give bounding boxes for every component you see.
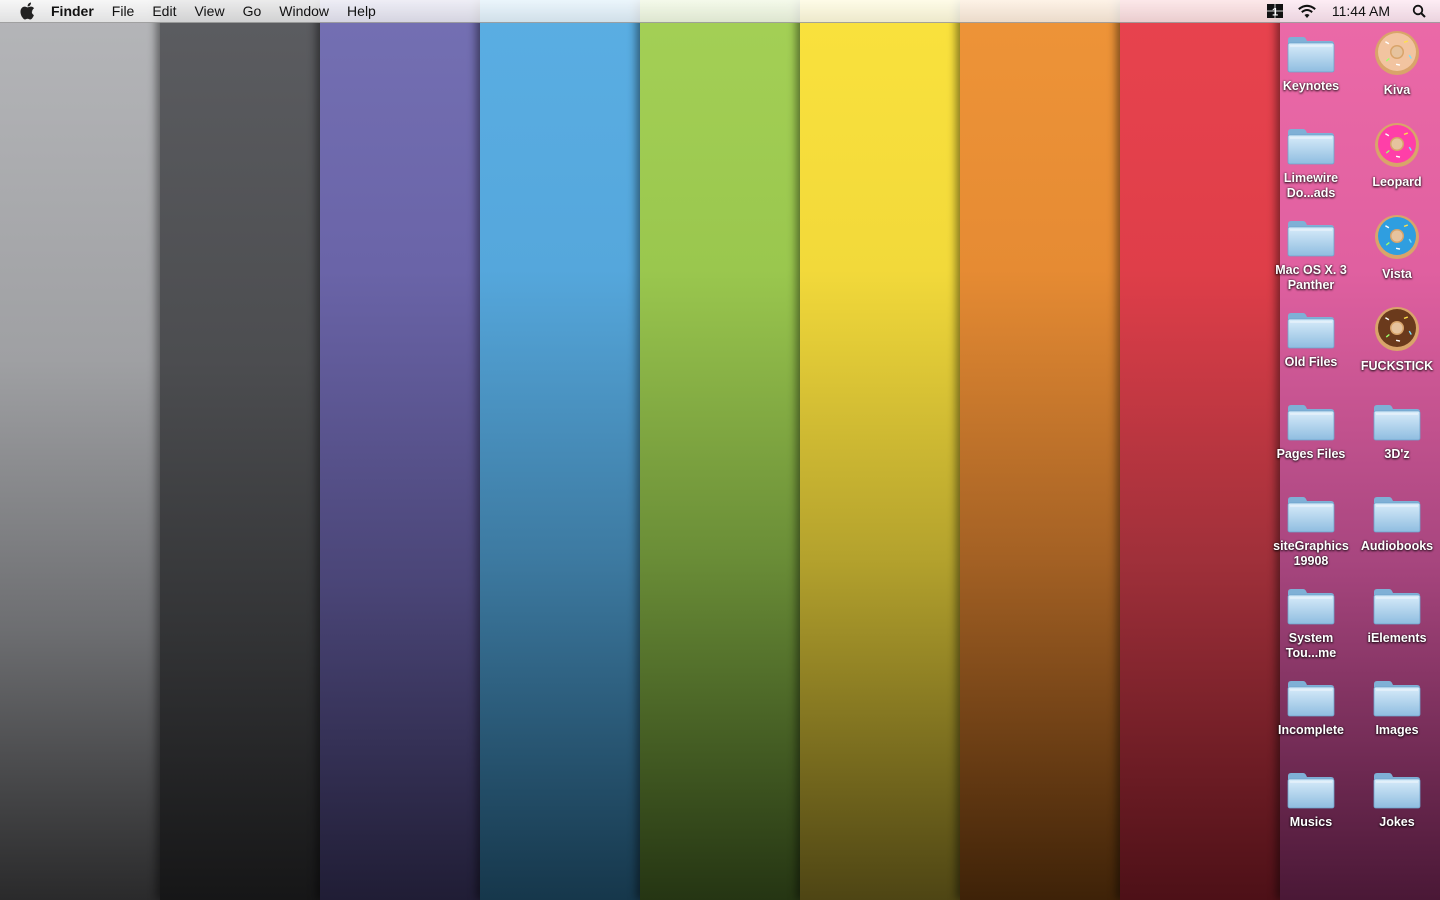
folder-icon — [1287, 405, 1335, 441]
spotlight-icon[interactable] — [1412, 4, 1426, 18]
wifi-icon[interactable] — [1296, 3, 1318, 19]
donut-icon — [1375, 123, 1419, 167]
desktop-item-old-files[interactable]: Old Files — [1270, 304, 1352, 370]
desktop-item-audiobooks[interactable]: Audiobooks — [1356, 488, 1438, 554]
desktop-item-label: Keynotes — [1282, 79, 1340, 93]
folder-icon — [1373, 681, 1421, 717]
folder-icon — [1287, 681, 1335, 717]
desktop-item-label: Audiobooks — [1360, 539, 1434, 553]
menu-bar: Finder File Edit View Go Window Help 1 1… — [0, 0, 1440, 23]
desktop-item-label: 3D'z — [1384, 447, 1410, 461]
menu-file[interactable]: File — [103, 0, 144, 22]
menu-clock[interactable]: 11:44 AM — [1332, 3, 1390, 19]
folder-icon — [1287, 37, 1335, 73]
desktop-item-label: Jokes — [1379, 815, 1415, 829]
desktop-item-images[interactable]: Images — [1356, 672, 1438, 738]
folder-icon — [1373, 773, 1421, 809]
desktop-item-vista[interactable]: Vista — [1356, 212, 1438, 282]
spaces-number: 1 — [1272, 7, 1278, 19]
desktop-item-3d-z[interactable]: 3D'z — [1356, 396, 1438, 462]
wallpaper-stripe-purple — [320, 0, 480, 900]
desktop-item-limewire-do-ads[interactable]: Limewire Do...ads — [1270, 120, 1352, 201]
folder-icon — [1373, 405, 1421, 441]
folder-icon — [1287, 129, 1335, 165]
app-menu-finder[interactable]: Finder — [42, 0, 103, 22]
menu-go[interactable]: Go — [234, 0, 271, 22]
desktop-item-incomplete[interactable]: Incomplete — [1270, 672, 1352, 738]
desktop-item-label: Musics — [1289, 815, 1333, 829]
wallpaper-stripe-silver — [0, 0, 160, 900]
desktop-item-label: iElements — [1367, 631, 1427, 645]
folder-icon — [1287, 497, 1335, 533]
desktop-icon-area: Keynotes Kiva Limewire Do...ads Leopard … — [1270, 28, 1440, 888]
folder-icon — [1373, 497, 1421, 533]
wallpaper-stripe-green — [640, 0, 800, 900]
desktop-item-label: siteGraphics19908 — [1273, 539, 1349, 568]
desktop-item-label: Kiva — [1383, 83, 1411, 97]
wallpaper-stripe-graphite — [160, 0, 320, 900]
wallpaper-stripe-blue — [480, 0, 640, 900]
menu-window[interactable]: Window — [270, 0, 338, 22]
desktop-item-label: Images — [1375, 723, 1419, 737]
desktop-item-sitegraphics19908[interactable]: siteGraphics19908 — [1270, 488, 1352, 569]
desktop-item-pages-files[interactable]: Pages Files — [1270, 396, 1352, 462]
spaces-icon[interactable]: 1 — [1266, 3, 1284, 19]
wallpaper-stripe-yellow — [800, 0, 960, 900]
desktop-item-kiva[interactable]: Kiva — [1356, 28, 1438, 98]
desktop-item-leopard[interactable]: Leopard — [1356, 120, 1438, 190]
desktop-item-fuckstick[interactable]: FUCKSTICK — [1356, 304, 1438, 374]
desktop-item-ielements[interactable]: iElements — [1356, 580, 1438, 646]
desktop-item-jokes[interactable]: Jokes — [1356, 764, 1438, 830]
desktop-item-keynotes[interactable]: Keynotes — [1270, 28, 1352, 94]
desktop-item-mac-os-x-3-panther[interactable]: Mac OS X. 3 Panther — [1270, 212, 1352, 293]
desktop-wallpaper — [0, 0, 1440, 900]
folder-icon — [1287, 773, 1335, 809]
desktop-item-label: Old Files — [1284, 355, 1338, 369]
desktop-item-label: Leopard — [1372, 175, 1422, 189]
desktop-item-label: Pages Files — [1276, 447, 1346, 461]
desktop-item-label: FUCKSTICK — [1360, 359, 1434, 373]
desktop-item-musics[interactable]: Musics — [1270, 764, 1352, 830]
donut-icon — [1375, 307, 1419, 351]
folder-icon — [1287, 313, 1335, 349]
donut-icon — [1375, 31, 1419, 75]
menu-help[interactable]: Help — [338, 0, 385, 22]
folder-icon — [1287, 221, 1335, 257]
donut-icon — [1375, 215, 1419, 259]
menu-view[interactable]: View — [185, 0, 233, 22]
desktop-item-label: Mac OS X. 3 Panther — [1275, 263, 1347, 292]
desktop-item-system-tou-me[interactable]: System Tou...me — [1270, 580, 1352, 661]
wallpaper-stripe-orange — [960, 0, 1120, 900]
desktop-item-label: Vista — [1382, 267, 1412, 281]
desktop-item-label: Limewire Do...ads — [1283, 171, 1339, 200]
folder-icon — [1287, 589, 1335, 625]
apple-menu-icon[interactable] — [12, 2, 42, 20]
wallpaper-stripe-red — [1120, 0, 1280, 900]
menu-edit[interactable]: Edit — [143, 0, 185, 22]
desktop-item-label: Incomplete — [1278, 723, 1344, 737]
desktop-item-label: System Tou...me — [1285, 631, 1337, 660]
folder-icon — [1373, 589, 1421, 625]
